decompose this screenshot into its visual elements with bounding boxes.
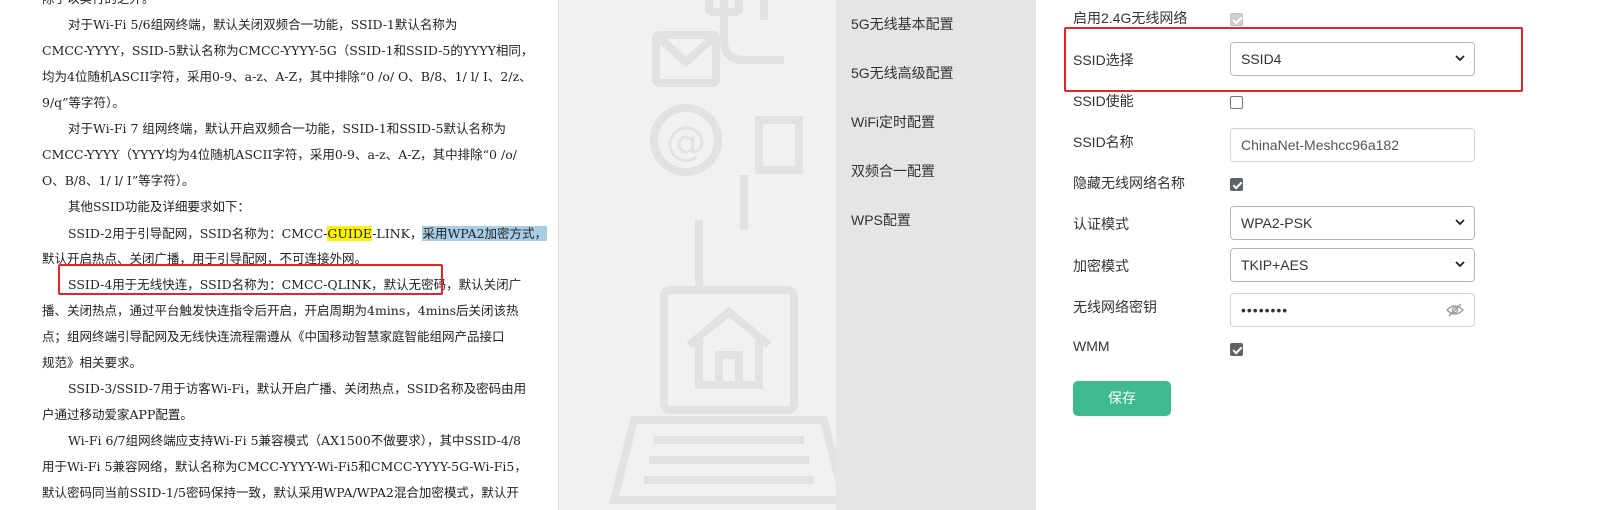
doc-annotation-box bbox=[58, 264, 443, 295]
auth-mode-dropdown[interactable]: WPA2-PSK bbox=[1230, 206, 1475, 240]
doc-line: SSID-3/SSID-7用于访客Wi-Fi，默认开启广播、关闭热点，SSID名… bbox=[68, 381, 527, 396]
doc-line: 除了以实行的之外。 bbox=[42, 0, 155, 8]
background-illustration: @ bbox=[559, 0, 836, 510]
hide-ssid-label: 隐藏无线网络名称 bbox=[1073, 175, 1185, 191]
wifi-key-input[interactable]: •••••••• bbox=[1230, 293, 1475, 327]
doc-line: 均为4位随机ASCII字符，采用0-9、a-z、A-Z，其中排除“0 /o/ O… bbox=[42, 69, 532, 84]
ssid-name-label: SSID名称 bbox=[1073, 134, 1134, 150]
ssid-enable-checkbox[interactable] bbox=[1230, 96, 1243, 109]
doc-line: 对于Wi-Fi 5/6组网终端，默认关闭双频合一功能，SSID-1默认名称为 bbox=[68, 17, 458, 32]
eye-slash-icon[interactable] bbox=[1446, 303, 1464, 317]
document-panel: 除了以实行的之外。 对于Wi-Fi 5/6组网终端，默认关闭双频合一功能，SSI… bbox=[0, 0, 558, 510]
chevron-down-icon bbox=[1455, 219, 1465, 226]
network-illustration-icon: @ bbox=[608, 0, 836, 504]
svg-text:@: @ bbox=[666, 119, 706, 165]
wmm-label: WMM bbox=[1073, 338, 1110, 354]
guide-highlight: GUIDE bbox=[327, 226, 373, 241]
sidebar-item-band-steering[interactable]: 双频合一配置 bbox=[851, 161, 935, 181]
doc-line: 点；组网终端引导配网及无线快连流程需遵从《中国移动智慧家庭智能组网产品接口 bbox=[42, 329, 505, 344]
doc-line: O、B/8、1/ l/ I”等字符）。 bbox=[42, 173, 195, 188]
sidebar-item-wifi-schedule[interactable]: WiFi定时配置 bbox=[851, 112, 935, 132]
enable-24g-checkbox[interactable] bbox=[1230, 13, 1243, 26]
doc-line-guide: SSID-2用于引导配网，SSID名称为：CMCC-GUIDE-LINK，采用W… bbox=[68, 225, 548, 243]
ssid-enable-label: SSID使能 bbox=[1073, 93, 1134, 109]
doc-line: Wi-Fi 6/7组网终端应支持Wi-Fi 5兼容模式（AX1500不做要求），… bbox=[68, 433, 521, 448]
doc-line: CMCC-YYYY，SSID-5默认名称为CMCC-YYYY-5G（SSID-1… bbox=[42, 43, 534, 58]
enable-24g-label: 启用2.4G无线网络 bbox=[1073, 10, 1188, 26]
hide-ssid-checkbox[interactable] bbox=[1230, 178, 1243, 191]
encrypt-mode-dropdown[interactable]: TKIP+AES bbox=[1230, 248, 1475, 282]
wmm-checkbox[interactable] bbox=[1230, 343, 1243, 356]
ssid-name-value: ChinaNet-Meshcc96a182 bbox=[1241, 137, 1399, 153]
wifi-key-label: 无线网络密钥 bbox=[1073, 299, 1157, 315]
doc-line: 播、关闭热点，通过平台触发快连指令后开启，开启周期为4mins，4mins后关闭… bbox=[42, 303, 519, 318]
doc-line: 对于Wi-Fi 7 组网终端，默认开启双频合一功能，SSID-1和SSID-5默… bbox=[68, 121, 506, 136]
doc-line: 用于Wi-Fi 5兼容网络，默认名称为CMCC-YYYY-Wi-Fi5和CMCC… bbox=[42, 459, 527, 474]
chevron-down-icon bbox=[1455, 261, 1465, 268]
doc-line: 其他SSID功能及详细要求如下： bbox=[68, 199, 250, 214]
doc-line: 9/q”等字符）。 bbox=[42, 95, 125, 110]
doc-line: 规范》相关要求。 bbox=[42, 355, 143, 370]
guide-middle: -LINK， bbox=[372, 226, 423, 241]
ssid-select-annotation-box bbox=[1064, 27, 1523, 92]
save-button[interactable]: 保存 bbox=[1073, 381, 1171, 416]
doc-line: 户通过移动爱家APP配置。 bbox=[42, 407, 193, 422]
sidebar-item-5g-advanced[interactable]: 5G无线高级配置 bbox=[851, 63, 954, 83]
sidebar-item-wps[interactable]: WPS配置 bbox=[851, 210, 911, 230]
guide-prefix: SSID-2用于引导配网，SSID名称为：CMCC- bbox=[68, 226, 328, 241]
doc-line: 默认密码同当前SSID-1/5密码保持一致，默认采用WPA/WPA2混合加密模式… bbox=[42, 485, 519, 500]
auth-mode-value: WPA2-PSK bbox=[1241, 215, 1313, 231]
wifi-key-value: •••••••• bbox=[1241, 302, 1289, 318]
doc-line: CMCC-YYYY（YYYY均为4位随机ASCII字符，采用0-9、a-z、A-… bbox=[42, 147, 517, 162]
ssid-name-input[interactable]: ChinaNet-Meshcc96a182 bbox=[1230, 128, 1475, 162]
encrypt-mode-value: TKIP+AES bbox=[1241, 257, 1309, 273]
sidebar-item-5g-basic[interactable]: 5G无线基本配置 bbox=[851, 14, 954, 34]
auth-mode-label: 认证模式 bbox=[1073, 216, 1129, 232]
encrypt-mode-label: 加密模式 bbox=[1073, 258, 1129, 274]
sidebar: 5G无线基本配置 5G无线高级配置 WiFi定时配置 双频合一配置 WPS配置 bbox=[836, 0, 1036, 510]
guide-encryption-highlight: 采用WPA2加密方式， bbox=[422, 226, 548, 241]
